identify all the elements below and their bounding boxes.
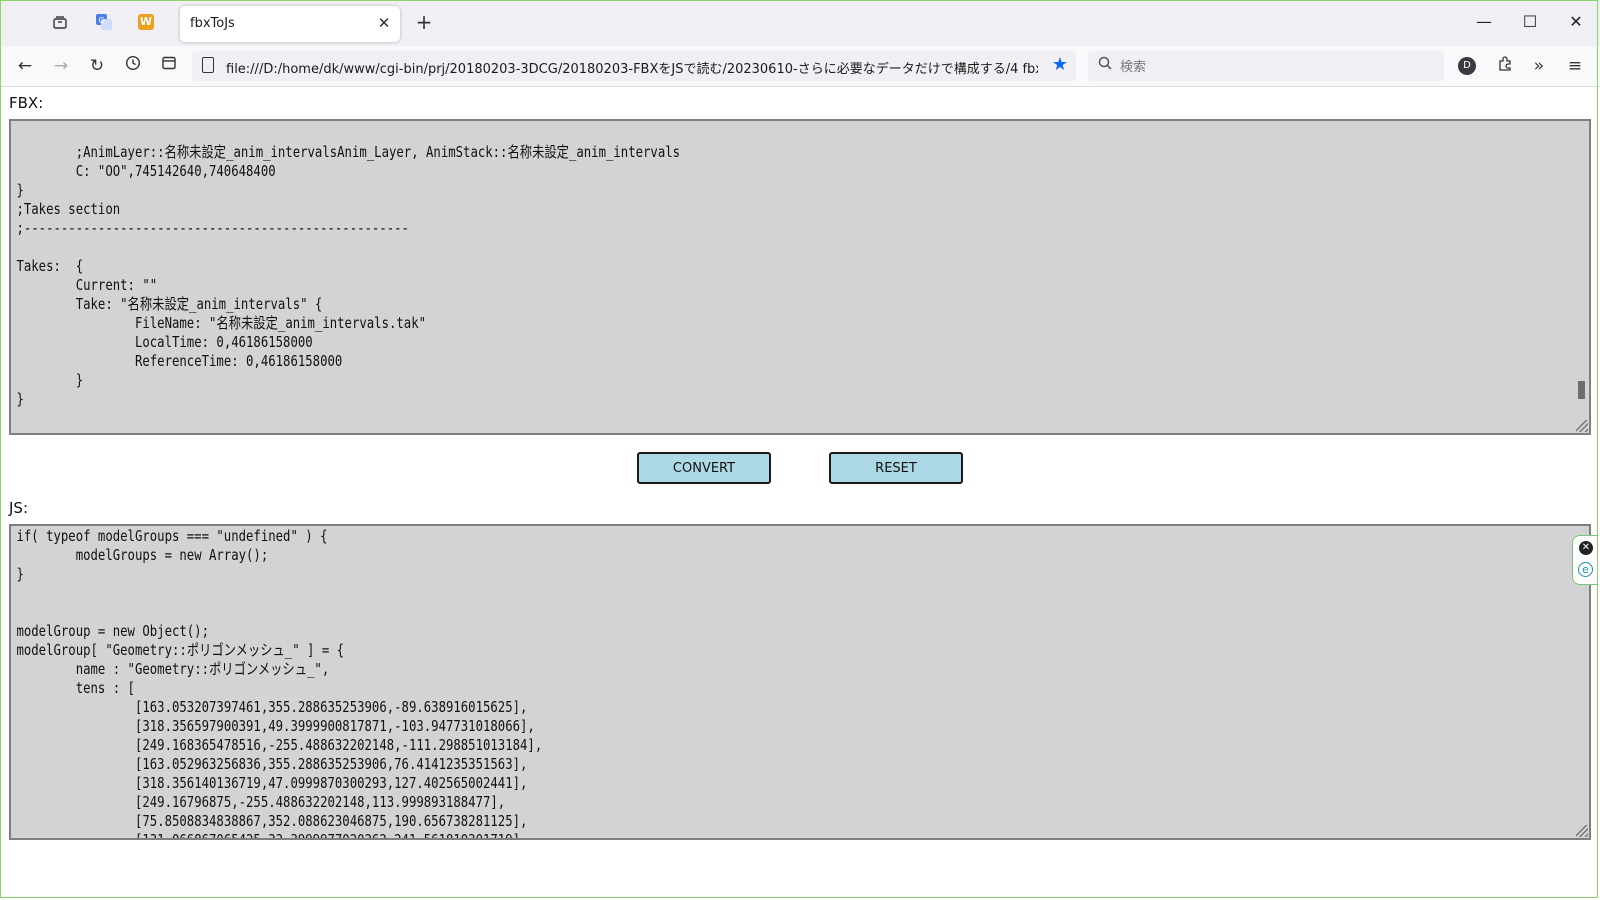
page-content: FBX: C: "OO",745142640,740648400 ;AnimLa… [0,87,1600,900]
fbx-scrollbar-thumb[interactable] [1578,381,1585,399]
menu-icon[interactable]: ≡ [1564,55,1586,77]
translate-tab-icon[interactable]: G [94,12,114,32]
page-icon [202,57,214,73]
new-tab-button[interactable]: + [412,10,436,34]
tab-overview-icon[interactable] [50,12,70,32]
search-input[interactable] [1118,56,1432,78]
address-bar[interactable]: file:///D:/home/dk/www/cgi-bin/prj/20180… [192,51,1076,81]
navigation-toolbar: ← → ↻ file:///D:/home/dk/www/cgi-bin/prj… [0,46,1600,87]
close-tab-icon[interactable]: ✕ [374,13,394,33]
js-textarea-content[interactable]: if( typeof modelGroups === "undefined" )… [14,527,542,838]
convert-button[interactable]: CONVERT [637,452,771,484]
side-extension-widget: ✕ e [1572,535,1598,585]
js-textarea[interactable]: if( typeof modelGroups === "undefined" )… [9,524,1591,840]
url-text[interactable]: file:///D:/home/dk/www/cgi-bin/prj/20180… [226,58,1038,77]
minimize-icon[interactable]: — [1464,8,1504,36]
extensions-icon[interactable] [1494,55,1516,77]
close-circle-icon[interactable]: ✕ [1579,541,1593,555]
tab-strip: G W fbxToJs ✕ + — ☐ ✕ [0,0,1600,46]
fbx-scrollbar[interactable] [1575,123,1587,417]
fbx-resize-grip[interactable] [1576,420,1588,432]
fbx-textarea[interactable]: C: "OO",745142640,740648400 ;AnimLayer::… [9,119,1591,435]
tab-fbxtojs[interactable]: fbxToJs ✕ [180,6,400,42]
bookmark-star-icon[interactable]: ★ [1052,54,1068,75]
history-clock-icon[interactable] [122,55,144,77]
sidebar-icon[interactable] [158,55,180,77]
js-resize-grip[interactable] [1576,825,1588,837]
svg-text:G: G [99,16,105,25]
tab-title: fbxToJs [190,16,235,31]
maximize-icon[interactable]: ☐ [1510,8,1550,36]
forward-arrow-icon[interactable]: → [50,55,72,77]
reload-icon[interactable]: ↻ [86,55,108,77]
w-app-tab-icon[interactable]: W [136,12,156,32]
profile-avatar[interactable]: D [1458,57,1476,75]
js-label: JS: [9,499,28,517]
back-arrow-icon[interactable]: ← [14,55,36,77]
fbx-textarea-content[interactable]: C: "OO",745142640,740648400 ;AnimLayer::… [14,121,680,409]
fbx-label: FBX: [9,94,44,112]
close-window-icon[interactable]: ✕ [1556,8,1596,36]
reset-button[interactable]: RESET [829,452,963,484]
search-icon [1098,56,1112,74]
e-extension-icon[interactable]: e [1578,562,1593,577]
overflow-chevron-icon[interactable]: » [1528,55,1550,77]
search-bar[interactable] [1088,51,1444,81]
